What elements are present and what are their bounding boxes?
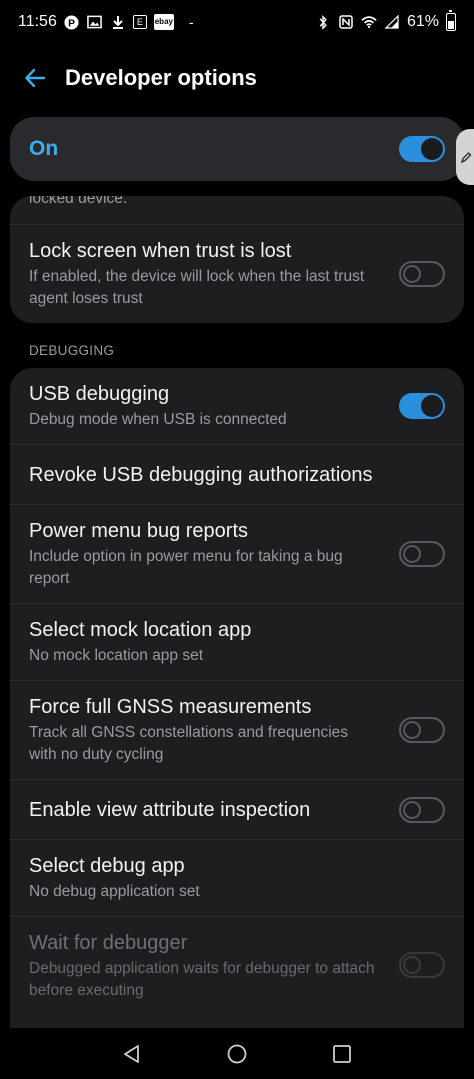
view-attribute-inspection-toggle[interactable]: [399, 796, 445, 823]
pinterest-letter: P: [68, 18, 75, 29]
status-right: 61%: [315, 10, 456, 31]
status-time: 11:56: [18, 13, 57, 30]
status-bar: 11:56 P E ebay - 61%: [0, 0, 474, 44]
status-dash: -: [188, 14, 194, 30]
row-power-menu-bug-reports[interactable]: Power menu bug reports Include option in…: [10, 505, 464, 604]
settings-card-debugging: USB debugging Debug mode when USB is con…: [10, 368, 464, 1028]
partial-row-subtitle: locked device.: [29, 196, 128, 207]
image-icon: [87, 14, 103, 30]
battery-fill: [448, 21, 454, 29]
status-left: 11:56 P E ebay -: [18, 13, 194, 31]
signal-icon: [384, 14, 400, 30]
toggle-knob: [403, 721, 421, 739]
master-switch-label: On: [29, 137, 59, 160]
battery-icon: [446, 10, 456, 31]
row-lock-screen-trust-lost[interactable]: Lock screen when trust is lost If enable…: [10, 225, 464, 323]
app-bar: Developer options: [0, 50, 474, 106]
pinterest-icon: P: [64, 14, 80, 30]
row-title: Select mock location app: [29, 619, 252, 641]
force-full-gnss-toggle[interactable]: [399, 717, 445, 743]
row-wait-for-debugger[interactable]: Wait for debugger Debugged application w…: [10, 917, 464, 1017]
wait-for-debugger-toggle[interactable]: [399, 952, 445, 978]
row-select-debug-app[interactable]: Select debug app No debug application se…: [10, 840, 464, 917]
settings-card-top: locked device. Lock screen when trust is…: [10, 196, 464, 323]
master-switch-toggle[interactable]: [399, 136, 445, 162]
nfc-icon: [338, 14, 354, 30]
row-subtitle: Debugged application waits for debugger …: [29, 960, 375, 999]
row-subtitle: Debug mode when USB is connected: [29, 411, 287, 428]
nav-home-button[interactable]: [217, 1034, 257, 1074]
pencil-icon: [460, 152, 472, 164]
row-revoke-usb-authorizations[interactable]: Revoke USB debugging authorizations: [10, 445, 464, 505]
toggle-knob: [421, 138, 443, 160]
row-enable-view-attribute-inspection[interactable]: Enable view attribute inspection: [10, 780, 464, 840]
row-select-mock-location-app[interactable]: Select mock location app No mock locatio…: [10, 604, 464, 681]
back-arrow-icon: [25, 68, 46, 88]
lock-screen-trust-toggle[interactable]: [399, 261, 445, 287]
section-header-debugging: DEBUGGING: [29, 343, 115, 358]
bluetooth-icon: [315, 14, 331, 30]
toggle-knob: [421, 395, 443, 417]
wifi-icon: [361, 14, 377, 30]
row-force-full-gnss[interactable]: Force full GNSS measurements Track all G…: [10, 681, 464, 780]
nav-recents-button[interactable]: [322, 1034, 362, 1074]
toggle-knob: [403, 265, 421, 283]
download-icon: [110, 14, 126, 30]
power-menu-bug-reports-toggle[interactable]: [399, 541, 445, 567]
row-usb-debugging[interactable]: USB debugging Debug mode when USB is con…: [10, 368, 464, 445]
row-subtitle: If enabled, the device will lock when th…: [29, 268, 365, 307]
row-title: Force full GNSS measurements: [29, 696, 312, 718]
triangle-back-icon: [124, 1044, 140, 1063]
navigation-bar: [0, 1028, 474, 1079]
square-recents-icon: [332, 1044, 351, 1063]
master-switch-card[interactable]: On: [10, 117, 464, 181]
row-title: Wait for debugger: [29, 932, 188, 954]
row-title: Lock screen when trust is lost: [29, 240, 292, 262]
toggle-knob: [403, 956, 421, 974]
battery-percent: 61%: [406, 13, 439, 30]
row-title: USB debugging: [29, 383, 170, 405]
edge-panel-handle[interactable]: [456, 129, 474, 185]
etsy-icon: E: [132, 15, 147, 29]
row-subtitle: Track all GNSS constellations and freque…: [29, 724, 349, 763]
back-button[interactable]: [5, 50, 65, 106]
row-title: Revoke USB debugging authorizations: [29, 463, 373, 486]
toggle-knob: [403, 545, 421, 563]
row-title: Enable view attribute inspection: [29, 798, 311, 821]
row-title: Select debug app: [29, 855, 185, 877]
row-subtitle: No debug application set: [29, 883, 200, 900]
nav-back-button[interactable]: [112, 1034, 152, 1074]
partial-row: locked device.: [10, 196, 464, 225]
row-title: Power menu bug reports: [29, 520, 249, 542]
circle-home-icon: [227, 1044, 247, 1063]
usb-debugging-toggle[interactable]: [399, 393, 445, 419]
row-subtitle: Include option in power menu for taking …: [29, 548, 343, 587]
ebay-icon: ebay: [153, 14, 174, 30]
row-subtitle: No mock location app set: [29, 647, 204, 664]
toggle-knob: [403, 800, 421, 819]
page-title: Developer options: [65, 65, 257, 90]
